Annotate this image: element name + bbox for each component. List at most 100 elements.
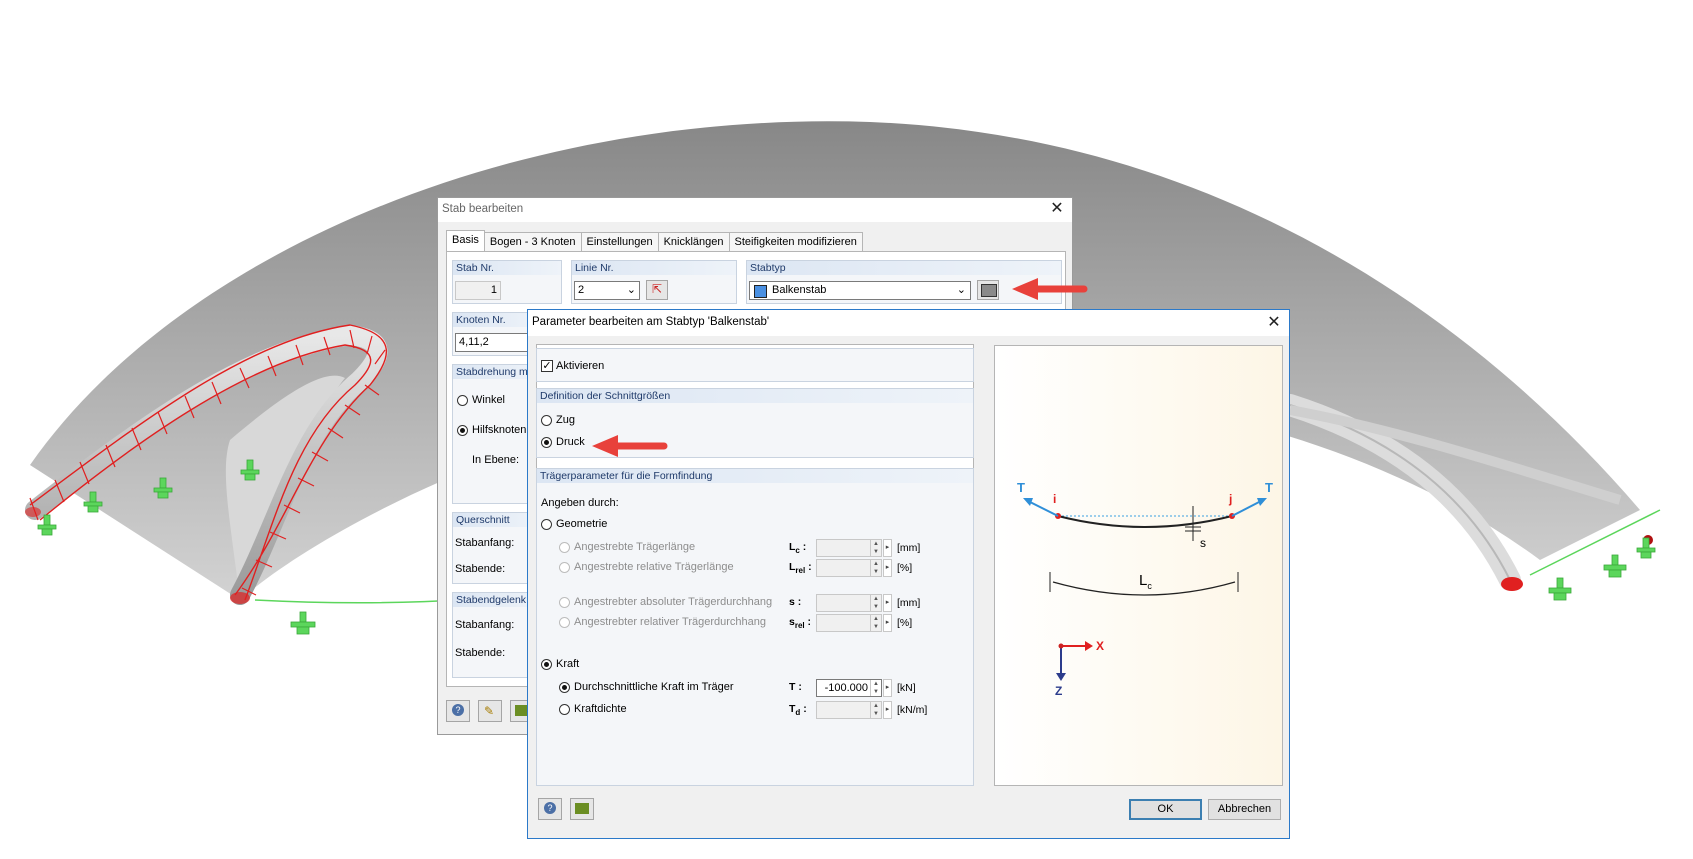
tab-knicklaengen[interactable]: Knicklängen	[657, 232, 730, 253]
kraft-input[interactable]: -100.000 ▲ ▼	[816, 679, 882, 697]
diagram-x-axis: X	[1096, 639, 1105, 653]
annotation-arrow-stabtyp	[1012, 278, 1088, 300]
geom-row-label: Angestrebter absoluter Trägerdurchhang	[574, 596, 773, 608]
kraft-arrow[interactable]: ▸	[883, 679, 892, 697]
spinner[interactable]: ▲ ▼	[870, 615, 881, 631]
gelenk-stabende-label: Stabende:	[455, 647, 506, 659]
tab-steifigkeiten[interactable]: Steifigkeiten modifizieren	[728, 232, 863, 253]
group-traegerparameter: Trägerparameter für die Formfindung Ange…	[536, 468, 974, 786]
group-label: Definition der Schnittgrößen	[537, 389, 973, 403]
tab-bar: Basis Bogen - 3 Knoten Einstellungen Kni…	[446, 230, 863, 253]
dialog-titlebar: Stab bearbeiten ✕	[438, 198, 1072, 222]
angeben-label: Angeben durch:	[541, 497, 619, 509]
group-stab-nr: Stab Nr. 1	[452, 260, 562, 304]
parameter-dialog: Parameter bearbeiten am Stabtyp 'Balkens…	[527, 309, 1290, 839]
cancel-button[interactable]: Abbrechen	[1208, 799, 1281, 820]
help-button[interactable]: ?	[446, 700, 470, 722]
diagram-lc: Lc	[1139, 572, 1152, 591]
edit-stabtyp-button[interactable]	[977, 280, 999, 300]
help-icon: ?	[452, 704, 464, 716]
close-icon[interactable]: ✕	[1265, 314, 1283, 332]
winkel-radio[interactable]	[457, 395, 468, 406]
geom-row-arrow[interactable]: ▸	[883, 614, 892, 632]
diagram-i: i	[1053, 492, 1057, 506]
dialog-title: Stab bearbeiten	[442, 203, 524, 215]
group-aktivieren: ✓ Aktivieren	[536, 348, 974, 382]
ok-button[interactable]: OK	[1129, 799, 1202, 820]
kraftdichte-arrow[interactable]: ▸	[883, 701, 892, 719]
chevron-down-icon: ⌄	[626, 284, 636, 296]
gelenk-stabanfang-label: Stabanfang:	[455, 619, 515, 631]
kraft-label: Kraft	[556, 658, 580, 670]
geom-row-radio[interactable]	[559, 562, 570, 573]
geom-row-radio[interactable]	[559, 617, 570, 628]
geom-row-label: Angestrebter relativer Trägerdurchhang	[574, 616, 766, 628]
kraftdichte-symbol: Td :	[789, 703, 807, 718]
kraft-row-symbol: T :	[789, 681, 802, 693]
help-button[interactable]: ?	[538, 798, 562, 820]
in-ebene-label: In Ebene:	[472, 454, 520, 466]
querschnitt-stabende-label: Stabende:	[455, 563, 506, 575]
spinner[interactable]: ▲ ▼	[870, 595, 881, 611]
kraft-radio[interactable]	[541, 659, 552, 670]
tab-bogen[interactable]: Bogen - 3 Knoten	[483, 232, 582, 253]
geom-row-radio[interactable]	[559, 542, 570, 553]
group-label: Stab Nr.	[453, 261, 561, 275]
member-type-color-icon	[754, 285, 767, 298]
druck-radio[interactable]	[541, 437, 552, 448]
geom-row-input[interactable]: ▲ ▼	[816, 539, 882, 557]
aktivieren-checkbox[interactable]: ✓	[541, 360, 553, 372]
geom-row-arrow[interactable]: ▸	[883, 559, 892, 577]
hilfsknoten-radio[interactable]	[457, 425, 468, 436]
diagram-t-right: T	[1265, 480, 1273, 495]
kraftdichte-radio[interactable]	[559, 704, 570, 715]
geom-row-unit: [mm]	[897, 597, 921, 609]
diagram-panel: T T i j s Lc X Z	[994, 345, 1283, 786]
spinner[interactable]: ▲ ▼	[870, 540, 881, 556]
group-label: Linie Nr.	[572, 261, 736, 275]
geom-row-symbol: Lc :	[789, 541, 807, 556]
tab-basis[interactable]: Basis	[446, 230, 485, 251]
close-icon[interactable]: ✕	[1048, 200, 1066, 218]
spinner[interactable]: ▲ ▼	[870, 560, 881, 576]
kraftdichte-input[interactable]: ▲ ▼	[816, 701, 882, 719]
geom-row-input[interactable]: ▲ ▼	[816, 559, 882, 577]
units-button[interactable]	[570, 798, 594, 820]
stabtyp-select[interactable]: Balkenstab ⌄	[749, 281, 971, 300]
tab-einstellungen[interactable]: Einstellungen	[580, 232, 659, 253]
geom-row-label: Angestrebte Trägerlänge	[574, 541, 696, 553]
pick-cursor-icon: ⇱	[652, 282, 663, 296]
linie-nr-select[interactable]: 2 ⌄	[574, 281, 640, 300]
pick-line-button[interactable]: ⇱	[646, 280, 668, 300]
spinner[interactable]: ▲ ▼	[870, 702, 881, 718]
geom-row-radio[interactable]	[559, 597, 570, 608]
geom-row-input[interactable]: ▲ ▼	[816, 594, 882, 612]
geom-row-input[interactable]: ▲ ▼	[816, 614, 882, 632]
dialog-title: Parameter bearbeiten am Stabtyp 'Balkens…	[532, 316, 770, 328]
units-icon	[575, 803, 589, 814]
hilfsknoten-label: Hilfsknoten	[472, 424, 527, 436]
group-label: Trägerparameter für die Formfindung	[537, 469, 973, 483]
geom-row-unit: [%]	[897, 617, 913, 629]
geom-row-arrow[interactable]: ▸	[883, 594, 892, 612]
kraft-row-radio[interactable]	[559, 682, 570, 693]
geom-row-arrow[interactable]: ▸	[883, 539, 892, 557]
zug-label: Zug	[556, 414, 575, 426]
geometrie-radio[interactable]	[541, 519, 552, 530]
cable-diagram	[1023, 498, 1267, 681]
diagram-j: j	[1229, 492, 1233, 506]
edit-parameters-icon	[981, 284, 997, 297]
spinner[interactable]: ▲ ▼	[870, 680, 881, 696]
diagram-s: s	[1200, 536, 1206, 550]
querschnitt-stabanfang-label: Stabanfang:	[455, 537, 515, 549]
kraft-row-label: Durchschnittliche Kraft im Träger	[574, 681, 734, 693]
edit-icon: ✎	[484, 704, 495, 718]
edit-button[interactable]: ✎	[478, 700, 502, 722]
geom-row-label: Angestrebte relative Trägerlänge	[574, 561, 734, 573]
diagram-z-axis: Z	[1055, 684, 1063, 698]
dialog-titlebar: Parameter bearbeiten am Stabtyp 'Balkens…	[528, 310, 1289, 336]
kraftdichte-unit: [kN/m]	[897, 704, 928, 716]
zug-radio[interactable]	[541, 415, 552, 426]
aktivieren-label: Aktivieren	[556, 360, 605, 372]
help-icon: ?	[544, 802, 556, 814]
